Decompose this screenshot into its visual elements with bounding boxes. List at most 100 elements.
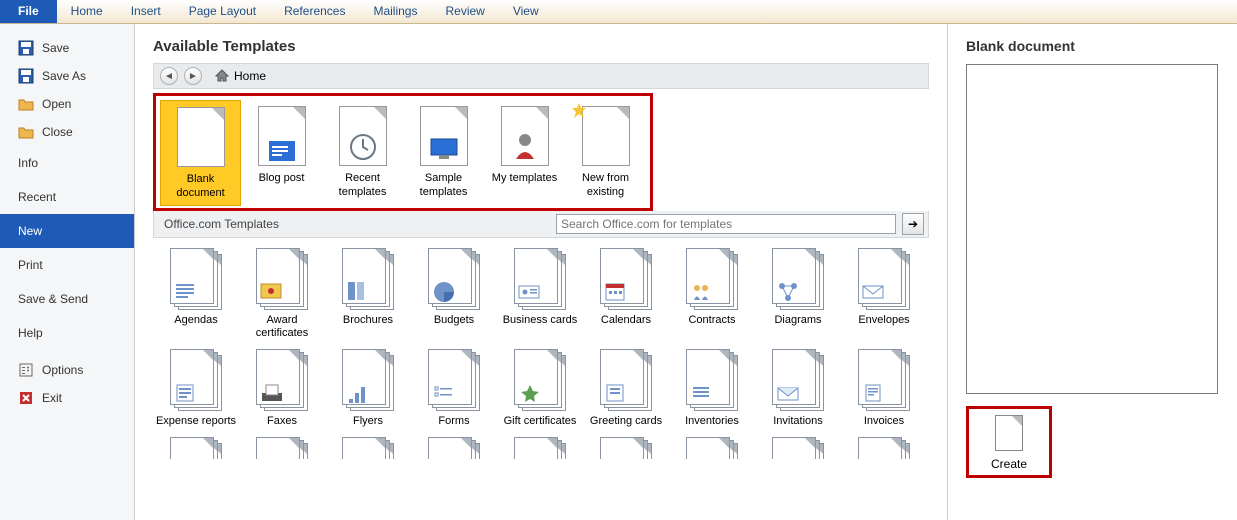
tab-file[interactable]: File (0, 0, 57, 23)
category-partial[interactable] (841, 433, 927, 467)
category-label: Calendars (585, 314, 667, 328)
sidebar-label: Save (42, 41, 69, 55)
options-icon (18, 362, 34, 378)
category-agendas[interactable]: Agendas (153, 244, 239, 346)
category-brochures[interactable]: Brochures (325, 244, 411, 346)
top-templates-highlight: Blank document Blog post Recent template… (153, 93, 653, 211)
category-label: Award certificates (241, 314, 323, 342)
category-label: Contracts (671, 314, 753, 328)
tab-page-layout[interactable]: Page Layout (175, 0, 270, 23)
category-partial[interactable] (239, 433, 325, 467)
category-partial[interactable] (583, 433, 669, 467)
office-templates-bar: Office.com Templates ➔ (153, 211, 929, 238)
template-label: New from existing (567, 172, 644, 200)
breadcrumb-home[interactable]: Home (214, 68, 266, 84)
tab-references[interactable]: References (270, 0, 359, 23)
tab-insert[interactable]: Insert (117, 0, 175, 23)
nav-back-button[interactable]: ◄ (160, 67, 178, 85)
category-contracts[interactable]: Contracts (669, 244, 755, 346)
sidebar-info[interactable]: Info (0, 146, 134, 180)
template-label: Sample templates (405, 172, 482, 200)
new-existing-thumb (582, 106, 630, 166)
category-label: Diagrams (757, 314, 839, 328)
preview-pane: Blank document Create (947, 24, 1237, 520)
category-greeting-cards[interactable]: Greeting cards (583, 345, 669, 433)
template-my-templates[interactable]: My templates (484, 100, 565, 206)
category-label: Gift certificates (499, 415, 581, 429)
search-go-button[interactable]: ➔ (902, 213, 924, 235)
template-label: Blog post (243, 172, 320, 186)
category-label: Business cards (499, 314, 581, 328)
category-invoices[interactable]: Invoices (841, 345, 927, 433)
home-icon (214, 68, 230, 84)
category-label: Brochures (327, 314, 409, 328)
sidebar-save-send[interactable]: Save & Send (0, 282, 134, 316)
close-folder-icon (18, 124, 34, 140)
sidebar-help[interactable]: Help (0, 316, 134, 350)
office-templates-grid: Agendas Award certificates Brochures Bud… (153, 244, 929, 433)
template-blank-document[interactable]: Blank document (160, 100, 241, 206)
category-forms[interactable]: Forms (411, 345, 497, 433)
category-label: Inventories (671, 415, 753, 429)
search-templates-input[interactable] (556, 214, 896, 234)
category-partial[interactable] (325, 433, 411, 467)
sidebar-label: Options (42, 363, 83, 377)
tab-review[interactable]: Review (431, 0, 498, 23)
category-invitations[interactable]: Invitations (755, 345, 841, 433)
template-sample[interactable]: Sample templates (403, 100, 484, 206)
sidebar-close[interactable]: Close (0, 118, 134, 146)
category-partial[interactable] (153, 433, 239, 467)
category-label: Flyers (327, 415, 409, 429)
category-calendars[interactable]: Calendars (583, 244, 669, 346)
create-doc-icon (995, 415, 1023, 451)
category-label: Invoices (843, 415, 925, 429)
category-label: Envelopes (843, 314, 925, 328)
create-label: Create (991, 457, 1027, 471)
sidebar-label: Exit (42, 391, 62, 405)
ribbon-tabs: File Home Insert Page Layout References … (0, 0, 1237, 24)
tab-mailings[interactable]: Mailings (359, 0, 431, 23)
template-label: My templates (486, 172, 563, 186)
category-budgets[interactable]: Budgets (411, 244, 497, 346)
sidebar-exit[interactable]: Exit (0, 384, 134, 412)
office-templates-grid-row3 (153, 433, 929, 467)
category-flyers[interactable]: Flyers (325, 345, 411, 433)
sidebar-recent[interactable]: Recent (0, 180, 134, 214)
create-button[interactable]: Create (966, 406, 1052, 478)
category-inventories[interactable]: Inventories (669, 345, 755, 433)
sidebar-options[interactable]: Options (0, 356, 134, 384)
recent-thumb (339, 106, 387, 166)
category-faxes[interactable]: Faxes (239, 345, 325, 433)
category-business-cards[interactable]: Business cards (497, 244, 583, 346)
nav-forward-button[interactable]: ► (184, 67, 202, 85)
category-partial[interactable] (497, 433, 583, 467)
template-recent[interactable]: Recent templates (322, 100, 403, 206)
template-blog-post[interactable]: Blog post (241, 100, 322, 206)
file-menu-sidebar: Save Save As Open Close Info Recent New … (0, 24, 135, 520)
sidebar-save[interactable]: Save (0, 34, 134, 62)
tab-home[interactable]: Home (57, 0, 117, 23)
category-expense-reports[interactable]: Expense reports (153, 345, 239, 433)
category-gift-certificates[interactable]: Gift certificates (497, 345, 583, 433)
office-templates-label: Office.com Templates (158, 215, 285, 233)
open-icon (18, 96, 34, 112)
tab-view[interactable]: View (499, 0, 553, 23)
category-award-certificates[interactable]: Award certificates (239, 244, 325, 346)
sidebar-print[interactable]: Print (0, 248, 134, 282)
category-partial[interactable] (669, 433, 755, 467)
templates-pane: Available Templates ◄ ► Home Blank docum… (135, 24, 947, 520)
save-icon (18, 40, 34, 56)
template-label: Blank document (163, 173, 238, 201)
blog-post-thumb (258, 106, 306, 166)
template-new-from-existing[interactable]: New from existing (565, 100, 646, 206)
category-partial[interactable] (411, 433, 497, 467)
office-search-wrap (556, 214, 896, 234)
category-envelopes[interactable]: Envelopes (841, 244, 927, 346)
sidebar-open[interactable]: Open (0, 90, 134, 118)
category-diagrams[interactable]: Diagrams (755, 244, 841, 346)
sidebar-new[interactable]: New (0, 214, 134, 248)
category-label: Faxes (241, 415, 323, 429)
blank-doc-thumb (177, 107, 225, 167)
category-partial[interactable] (755, 433, 841, 467)
sidebar-save-as[interactable]: Save As (0, 62, 134, 90)
